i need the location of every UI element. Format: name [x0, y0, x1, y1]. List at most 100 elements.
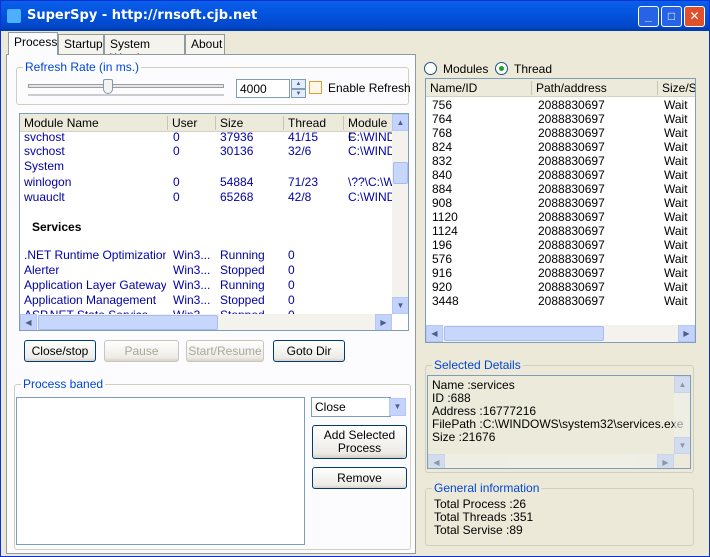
thread-radio[interactable] [495, 62, 508, 75]
module-path: C:\WIND [348, 130, 392, 144]
scroll-right-icon[interactable]: ▶ [678, 325, 695, 342]
service-thread: 0 [288, 248, 295, 262]
module-name: System [24, 159, 65, 173]
tab-system-watch[interactable]: System Watch [104, 34, 185, 65]
thread-list-hscroll[interactable]: ◀ ▶ [426, 325, 695, 342]
module-row[interactable]: svchost 0 37936 41/15 C:\WIND [20, 130, 408, 144]
module-list-vscroll[interactable]: ▲ ▼ [392, 114, 408, 314]
thread-row[interactable]: 756 2088830697 Wait [426, 98, 695, 112]
refresh-rate-input[interactable]: 4000 [236, 79, 290, 98]
col-module-path[interactable]: Module F [344, 116, 392, 144]
service-row[interactable]: Application Management Win3... Stopped 0 [20, 293, 408, 307]
thread-state: Wait [664, 98, 688, 112]
module-name: svchost [24, 144, 65, 158]
thread-address: 2088830697 [538, 126, 605, 140]
scroll-left-icon[interactable]: ◀ [428, 454, 445, 468]
service-status: Running [220, 248, 265, 262]
module-list[interactable]: Module Name User Size Thread Module F sv… [19, 113, 409, 331]
module-list-hscroll[interactable]: ◀ ▶ [20, 314, 392, 330]
hscroll-thumb[interactable] [444, 326, 604, 341]
action-select[interactable]: Close [311, 397, 391, 417]
module-name: svchost [24, 130, 65, 144]
spin-up-icon[interactable]: ▲ [291, 79, 306, 89]
thread-row[interactable]: 3448 2088830697 Wait [426, 294, 695, 308]
scroll-left-icon[interactable]: ◀ [426, 325, 443, 342]
vscroll-thumb[interactable] [393, 162, 408, 184]
thread-row[interactable]: 1120 2088830697 Wait [426, 210, 695, 224]
services-heading: Services [32, 220, 82, 234]
close-stop-button[interactable]: Close/stop [24, 340, 96, 362]
dropdown-arrow-icon[interactable]: ▼ [389, 398, 406, 416]
thread-row[interactable]: 576 2088830697 Wait [426, 252, 695, 266]
col-thread[interactable]: Thread [284, 116, 344, 130]
pause-button[interactable]: Pause [104, 340, 179, 362]
thread-id: 884 [432, 182, 453, 196]
service-name: Application Management [24, 293, 157, 307]
module-row[interactable]: System [20, 159, 408, 173]
add-selected-process-button[interactable]: Add Selected Process [312, 425, 407, 459]
thread-row[interactable]: 916 2088830697 Wait [426, 266, 695, 280]
module-thread: 71/23 [288, 175, 319, 189]
module-row[interactable]: svchost 0 30136 32/6 C:\WIND [20, 144, 408, 158]
col-name-id[interactable]: Name/ID [426, 81, 532, 95]
thread-row[interactable]: 824 2088830697 Wait [426, 140, 695, 154]
goto-dir-button[interactable]: Goto Dir [273, 340, 345, 362]
refresh-slider-track[interactable] [28, 84, 224, 88]
col-user[interactable]: User [168, 116, 216, 130]
thread-row[interactable]: 764 2088830697 Wait [426, 112, 695, 126]
thread-row[interactable]: 196 2088830697 Wait [426, 238, 695, 252]
minimize-button[interactable]: _ [638, 6, 659, 27]
start-resume-button[interactable]: Start/Resume [186, 340, 264, 362]
thread-id: 916 [432, 266, 453, 280]
scroll-right-icon[interactable]: ▶ [375, 314, 392, 330]
spin-down-icon[interactable]: ▼ [291, 89, 306, 98]
scroll-up-icon[interactable]: ▲ [392, 114, 408, 131]
module-name: wuauclt [24, 190, 65, 204]
tab-startup[interactable]: Startup [58, 34, 104, 54]
thread-row[interactable]: 840 2088830697 Wait [426, 168, 695, 182]
tab-about[interactable]: About [185, 34, 225, 54]
tab-process[interactable]: Process [8, 32, 58, 55]
scroll-left-icon[interactable]: ◀ [20, 314, 37, 330]
banned-process-list[interactable] [16, 397, 305, 545]
thread-row[interactable]: 1124 2088830697 Wait [426, 224, 695, 238]
details-vscroll[interactable]: ▲ ▼ [674, 376, 690, 454]
thread-address: 2088830697 [538, 294, 605, 308]
remove-button[interactable]: Remove [312, 467, 407, 489]
service-row[interactable]: Application Layer Gateway ... Win3... Ru… [20, 278, 408, 292]
thread-row[interactable]: 920 2088830697 Wait [426, 280, 695, 294]
thread-id: 756 [432, 98, 453, 112]
thread-list[interactable]: Name/ID Path/address Size/S 756 208883069… [425, 78, 696, 343]
scroll-right-icon[interactable]: ▶ [657, 454, 674, 468]
maximize-button[interactable]: □ [661, 6, 682, 27]
hscroll-thumb[interactable] [38, 315, 218, 330]
thread-address: 2088830697 [538, 140, 605, 154]
service-row[interactable]: .NET Runtime Optimization ... Win3... Ru… [20, 248, 408, 262]
module-row[interactable]: winlogon 0 54884 71/23 \??\C:\WI [20, 175, 408, 189]
service-row[interactable]: Alerter Win3... Stopped 0 [20, 263, 408, 277]
thread-row[interactable]: 832 2088830697 Wait [426, 154, 695, 168]
scroll-down-icon[interactable]: ▼ [392, 297, 408, 314]
module-size: 54884 [220, 175, 254, 189]
scroll-down-icon[interactable]: ▼ [674, 437, 690, 454]
refresh-slider-thumb[interactable] [103, 79, 113, 94]
module-thread: 41/15 [288, 130, 319, 144]
thread-row[interactable]: 908 2088830697 Wait [426, 196, 695, 210]
close-button[interactable]: ✕ [684, 6, 705, 27]
module-row[interactable]: wuauclt 0 65268 42/8 C:\WIND [20, 190, 408, 204]
col-path-address[interactable]: Path/address [532, 81, 658, 95]
details-hscroll[interactable]: ◀ ▶ [428, 454, 674, 468]
col-size-status[interactable]: Size/S [658, 81, 695, 95]
title-bar[interactable]: SuperSpy - http://rnsoft.cjb.net _ □ ✕ [1, 1, 709, 31]
thread-row[interactable]: 768 2088830697 Wait [426, 126, 695, 140]
col-module-name[interactable]: Module Name [20, 116, 168, 130]
col-size[interactable]: Size [216, 116, 284, 130]
service-user: Win3... [173, 293, 211, 307]
thread-address: 2088830697 [538, 252, 605, 266]
modules-radio[interactable] [424, 62, 437, 75]
main-window: SuperSpy - http://rnsoft.cjb.net _ □ ✕ P… [0, 0, 710, 557]
enable-refresh-checkbox[interactable] [309, 81, 322, 94]
selected-details-box[interactable]: Name :services ID :688 Address :16777216… [427, 375, 691, 469]
thread-row[interactable]: 884 2088830697 Wait [426, 182, 695, 196]
scroll-up-icon[interactable]: ▲ [674, 376, 690, 393]
